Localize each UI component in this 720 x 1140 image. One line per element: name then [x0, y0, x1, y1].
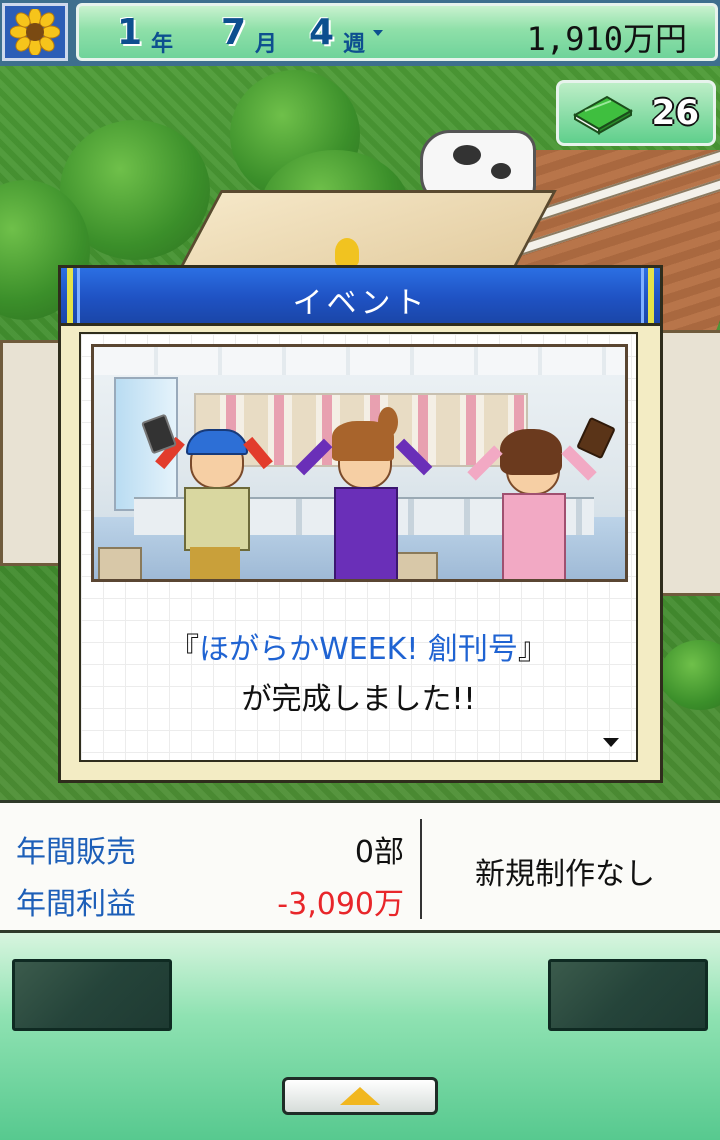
cardboard-box [98, 547, 142, 579]
magazine-title: ほがらかWEEK! 創刊号 [199, 632, 518, 667]
annual-profit-label: 年間利益 [16, 887, 136, 922]
new-production-status: 新規制作なし [475, 857, 655, 892]
season-sunflower-icon[interactable] [2, 3, 68, 61]
expand-menu-button[interactable] [282, 1077, 438, 1115]
bush [660, 640, 720, 710]
week-dropdown-icon [373, 30, 383, 36]
year-number: 1 [117, 12, 143, 53]
date-money-panel[interactable]: 1 年 7 月 4 週 1,910万円 [76, 3, 718, 61]
annual-profit-value: -3,090万 [277, 887, 404, 922]
event-message-line1: 『ほがらかWEEK! 創刊号』 [81, 624, 636, 668]
dialog-content[interactable]: 『ほがらかWEEK! 創刊号』 が完成しました!! [79, 332, 638, 762]
dialog-title-bar: イベント [61, 268, 660, 326]
top-bar: 1 年 7 月 4 週 1,910万円 [0, 0, 720, 66]
year-unit: 年 [151, 32, 174, 57]
office-wall [655, 330, 720, 596]
published-books-counter[interactable]: 26 [556, 80, 716, 146]
month-unit: 月 [255, 32, 278, 57]
annual-sales-label: 年間販売 [16, 835, 136, 870]
left-menu-button[interactable] [12, 959, 172, 1031]
event-message-line2: が完成しました!! [241, 682, 476, 717]
right-menu-button[interactable] [548, 959, 708, 1031]
staff-character-writer [464, 411, 616, 579]
event-dialog[interactable]: イベント 『ほがらかWEEK! 創刊号』 が完成しました!! [58, 265, 663, 783]
divider [420, 819, 422, 919]
week-unit: 週 [343, 32, 366, 57]
quote-open: 『 [169, 632, 200, 667]
money-amount: 1,910万円 [526, 20, 687, 58]
staff-character-editor [294, 407, 434, 579]
book-count: 26 [651, 93, 699, 133]
ceiling-lights [94, 347, 625, 375]
event-illustration [91, 344, 628, 582]
quote-close: 』 [517, 632, 548, 667]
stats-panel: 年間販売 0部 年間利益 -3,090万 新規制作なし [0, 800, 720, 930]
bottom-menu-bar [0, 930, 720, 1140]
dialog-title: イベント [292, 286, 429, 321]
annual-sales-value: 0部 [354, 835, 404, 870]
green-book-icon [572, 95, 634, 135]
next-page-arrow-icon[interactable] [603, 738, 619, 747]
week-number: 4 [309, 12, 335, 53]
month-number: 7 [221, 12, 247, 53]
up-arrow-icon [340, 1087, 380, 1105]
staff-character-cameraman [140, 413, 284, 579]
bell-icon [335, 238, 359, 266]
